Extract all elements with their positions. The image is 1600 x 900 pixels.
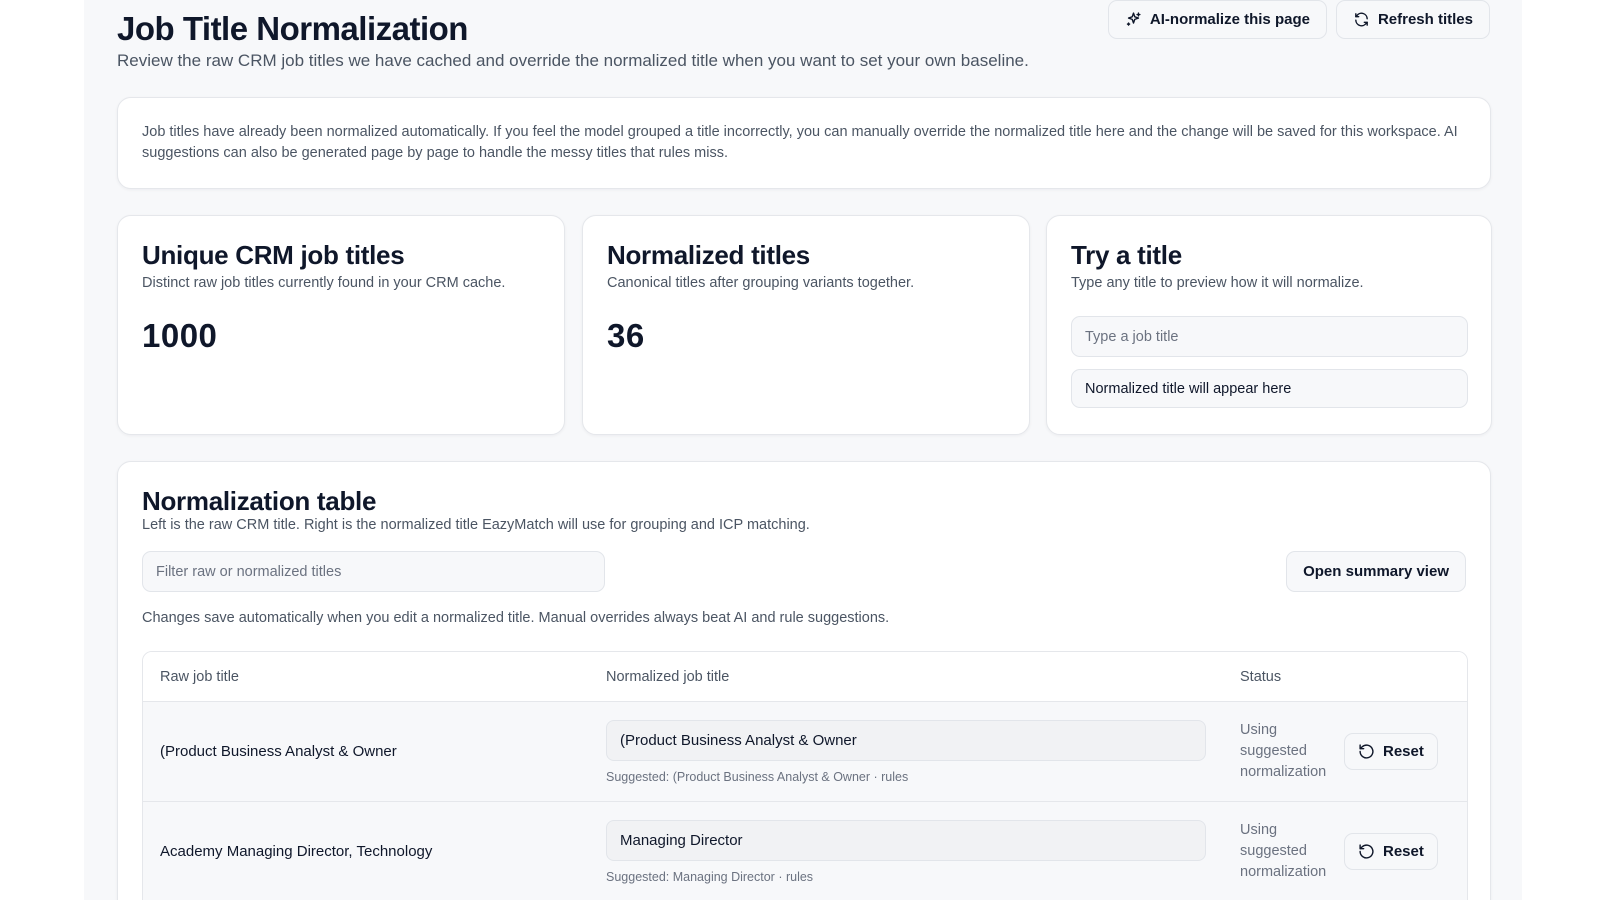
header-actions: AI-normalize this page Refresh titles: [1107, 0, 1490, 39]
reset-label: Reset: [1383, 843, 1424, 860]
normalized-title-cell: Suggested: Managing Director · rules: [606, 819, 1240, 884]
normalization-table-card: Normalization table Left is the raw CRM …: [117, 461, 1491, 900]
raw-title-cell: Academy Managing Director, Technology: [160, 843, 433, 860]
normalized-titles-card: Normalized titles Canonical titles after…: [582, 215, 1030, 435]
autosave-note: Changes save automatically when you edit…: [142, 610, 890, 626]
column-header-normalized: Normalized job title: [606, 668, 730, 685]
reset-button[interactable]: Reset: [1344, 833, 1438, 870]
raw-title-cell: (Product Business Analyst & Owner: [160, 743, 397, 760]
refresh-icon: [1355, 12, 1368, 27]
normalized-titles-title: Normalized titles: [607, 240, 810, 270]
open-summary-view-button[interactable]: Open summary view: [1286, 551, 1466, 592]
normalization-table: Raw job title Normalized job title Statu…: [142, 651, 1468, 900]
normalized-title-cell: Suggested: (Product Business Analyst & O…: [606, 719, 1240, 784]
normalized-title-input[interactable]: [606, 719, 1206, 761]
status-text: Using suggested normalization: [1240, 822, 1327, 880]
column-header-raw: Raw job title: [160, 668, 239, 685]
filter-input[interactable]: [142, 551, 605, 592]
normalized-titles-description: Canonical titles after grouping variants…: [607, 275, 915, 291]
unique-titles-title: Unique CRM job titles: [142, 240, 405, 270]
normalized-titles-value: 36: [607, 317, 645, 354]
reset-button[interactable]: Reset: [1344, 733, 1438, 770]
status-text: Using suggested normalization: [1240, 722, 1327, 780]
suggested-normalization: Suggested: (Product Business Analyst & O…: [606, 769, 909, 784]
info-text: Job titles have already been normalized …: [142, 124, 1458, 161]
normalization-table-title: Normalization table: [142, 486, 377, 516]
ai-normalize-button[interactable]: AI-normalize this page: [1107, 0, 1327, 39]
reset-label: Reset: [1383, 743, 1424, 760]
page-container: Job Title Normalization Review the raw C…: [84, 0, 1522, 900]
ai-normalize-label: AI-normalize this page: [1149, 11, 1310, 28]
refresh-titles-label: Refresh titles: [1377, 11, 1473, 28]
normalized-title-input[interactable]: [606, 819, 1206, 861]
try-title-title: Try a title: [1071, 240, 1182, 270]
unique-titles-value: 1000: [142, 317, 218, 354]
table-header: Raw job title Normalized job title Statu…: [143, 652, 1467, 702]
page-header: Job Title Normalization Review the raw C…: [117, 0, 1490, 73]
page-subtitle: Review the raw CRM job titles we have ca…: [117, 51, 1029, 70]
unique-titles-card: Unique CRM job titles Distinct raw job t…: [117, 215, 565, 435]
status-cell: Using suggested normalization Reset: [1240, 720, 1467, 783]
refresh-titles-button[interactable]: Refresh titles: [1335, 0, 1490, 39]
column-header-status: Status: [1240, 668, 1282, 685]
table-row: Academy Managing Director, Technology Su…: [143, 802, 1467, 900]
table-row: (Product Business Analyst & Owner Sugges…: [143, 702, 1467, 802]
rotate-ccw-icon: [1359, 744, 1374, 759]
filter-row: Open summary view: [142, 551, 1466, 592]
rotate-ccw-icon: [1359, 844, 1374, 859]
normalization-table-description: Left is the raw CRM title. Right is the …: [142, 517, 810, 533]
status-cell: Using suggested normalization Reset: [1240, 820, 1467, 883]
info-card: Job titles have already been normalized …: [117, 97, 1491, 189]
unique-titles-description: Distinct raw job titles currently found …: [142, 275, 506, 291]
normalized-preview: Normalized title will appear here: [1071, 369, 1468, 408]
sparkles-icon: [1126, 12, 1141, 26]
suggested-normalization: Suggested: Managing Director · rules: [606, 869, 814, 884]
try-title-description: Type any title to preview how it will no…: [1071, 275, 1364, 291]
try-title-card: Try a title Type any title to preview ho…: [1046, 215, 1492, 435]
try-title-input[interactable]: [1071, 316, 1468, 357]
